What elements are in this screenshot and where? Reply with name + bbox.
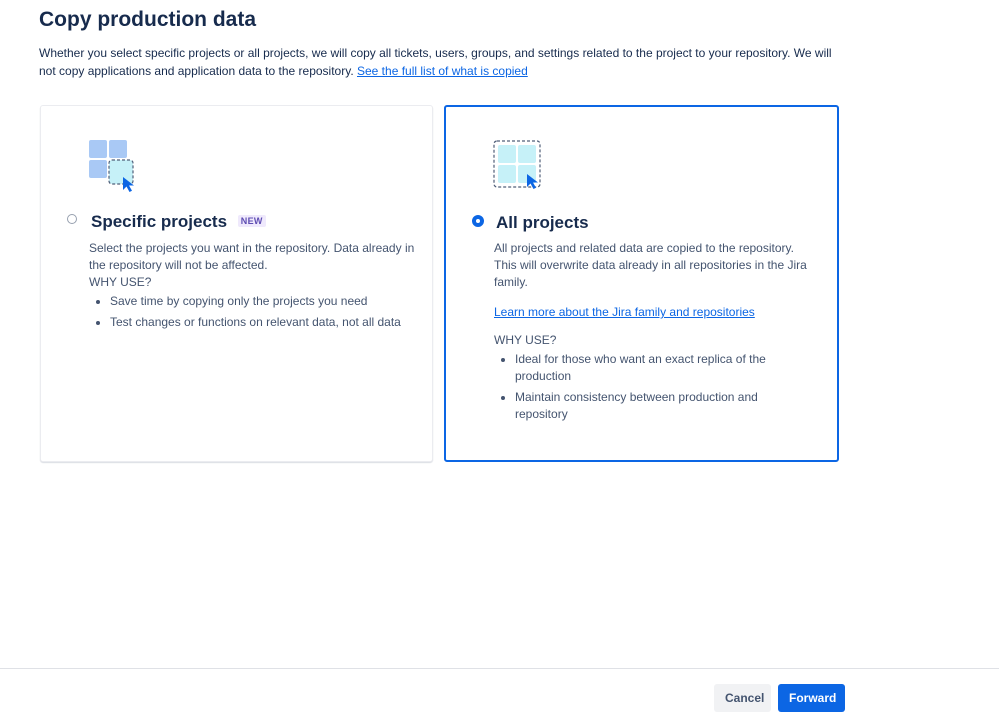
all-projects-card[interactable]: All projects All projects and related da…: [444, 105, 839, 462]
page-title: Copy production data: [39, 8, 256, 31]
specific-why-list: Save time by copying only the projects y…: [89, 293, 417, 331]
list-item: Test changes or functions on relevant da…: [110, 314, 417, 331]
specific-projects-description: Select the projects you want in the repo…: [89, 241, 415, 272]
list-item: Maintain consistency between production …: [515, 389, 812, 423]
forward-button[interactable]: Forward: [778, 684, 845, 712]
all-projects-grid-icon: [493, 140, 545, 197]
specific-why-label: WHY USE?: [89, 275, 152, 289]
specific-projects-label: Specific projects: [91, 212, 228, 231]
full-list-link[interactable]: See the full list of what is copied: [357, 64, 528, 78]
specific-projects-card[interactable]: Specific projects NEW Select the project…: [40, 105, 433, 462]
footer-divider: [0, 668, 999, 669]
list-item: Save time by copying only the projects y…: [110, 293, 417, 310]
all-why-list: Ideal for those who want an exact replic…: [494, 351, 812, 423]
specific-projects-title: Specific projects NEW: [91, 212, 266, 232]
specific-projects-radio[interactable]: [67, 214, 77, 224]
project-grid-select-icon: [89, 140, 141, 197]
learn-more-link[interactable]: Learn more about the Jira family and rep…: [494, 304, 812, 321]
cancel-button[interactable]: Cancel: [714, 684, 771, 712]
all-why-label: WHY USE?: [494, 333, 557, 347]
list-item: Ideal for those who want an exact replic…: [515, 351, 812, 385]
intro-text: Whether you select specific projects or …: [39, 44, 839, 80]
all-projects-body: All projects and related data are copied…: [494, 240, 812, 427]
specific-projects-body: Select the projects you want in the repo…: [89, 240, 417, 335]
all-projects-title: All projects: [496, 213, 589, 232]
all-projects-radio[interactable]: [472, 215, 484, 227]
all-projects-description: All projects and related data are copied…: [494, 241, 807, 289]
new-badge: NEW: [237, 215, 266, 228]
